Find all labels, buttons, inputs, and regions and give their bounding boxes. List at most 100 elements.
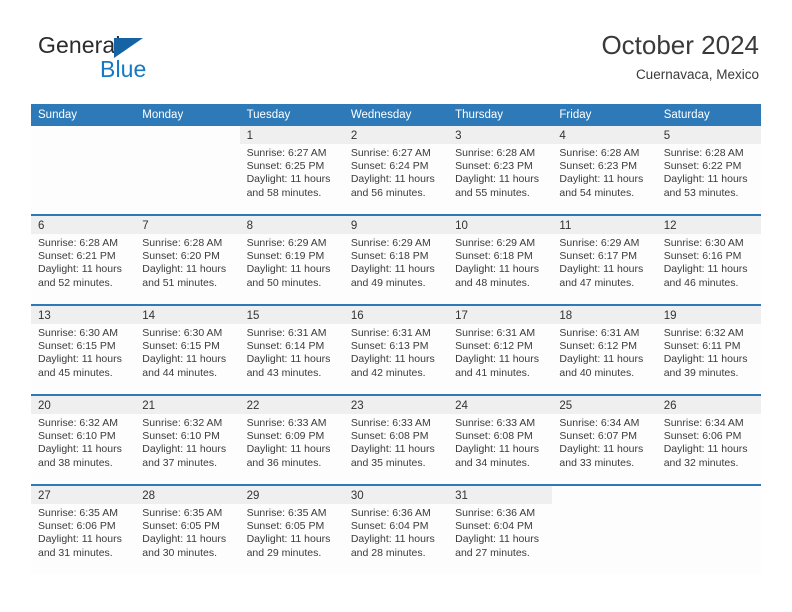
sunset-time: Sunset: 6:10 PM bbox=[142, 430, 220, 443]
calendar-day-cell[interactable]: 1 Sunrise: 6:27 AM Sunset: 6:25 PM Daylight… bbox=[239, 126, 344, 214]
day-number-band: 7 bbox=[135, 216, 240, 234]
day-number: 22 bbox=[246, 400, 260, 412]
calendar-day-cell[interactable]: 13 Sunrise: 6:30 AM Sunset: 6:15 PM Dayligh… bbox=[31, 306, 136, 394]
calendar-day-cell[interactable]: 8 Sunrise: 6:29 AM Sunset: 6:19 PM Daylight… bbox=[239, 216, 344, 304]
calendar-day-cell[interactable]: 3 Sunrise: 6:28 AM Sunset: 6:23 PM Daylight… bbox=[448, 126, 553, 214]
day-sun-info: Sunrise: 6:36 AM Sunset: 6:04 PM Daylight:… bbox=[448, 504, 552, 560]
calendar-day-cell[interactable]: 12 Sunrise: 6:30 AM Sunset: 6:16 PM Dayligh… bbox=[656, 216, 761, 304]
daylight-line-1: Daylight: 11 hours bbox=[350, 353, 435, 366]
calendar-day-cell[interactable]: 15 Sunrise: 6:31 AM Sunset: 6:14 PM Dayligh… bbox=[239, 306, 344, 394]
calendar-week-row: 1 Sunrise: 6:27 AM Sunset: 6:25 PM Daylight… bbox=[31, 126, 761, 214]
sunrise-time: Sunrise: 6:34 AM bbox=[559, 417, 640, 429]
sunset-time: Sunset: 6:08 PM bbox=[350, 430, 429, 443]
daylight-line-1: Daylight: 11 hours bbox=[38, 263, 122, 276]
daylight-line-2: and 58 minutes. bbox=[246, 186, 322, 199]
day-number: 3 bbox=[455, 130, 462, 142]
sunset-time: Sunset: 6:21 PM bbox=[38, 250, 116, 263]
daylight-line-1: Daylight: 11 hours bbox=[246, 173, 331, 186]
day-sun-info: Sunrise: 6:33 AM Sunset: 6:09 PM Daylight:… bbox=[240, 414, 344, 470]
calendar-day-cell[interactable]: 27 Sunrise: 6:35 AM Sunset: 6:06 PM Dayligh… bbox=[31, 486, 136, 574]
day-number-band: 19 bbox=[656, 306, 761, 324]
calendar-day-cell[interactable]: 5 Sunrise: 6:28 AM Sunset: 6:22 PM Daylight… bbox=[656, 126, 761, 214]
daylight-line-2: and 35 minutes. bbox=[350, 456, 426, 469]
calendar-day-cell[interactable]: 2 Sunrise: 6:27 AM Sunset: 6:24 PM Daylight… bbox=[343, 126, 449, 214]
daylight-line-2: and 32 minutes. bbox=[663, 456, 739, 469]
day-number-band: 26 bbox=[656, 396, 761, 414]
calendar-day-cell[interactable]: 11 Sunrise: 6:29 AM Sunset: 6:17 PM Dayligh… bbox=[552, 216, 657, 304]
daylight-line-2: and 36 minutes. bbox=[246, 456, 322, 469]
sunset-time: Sunset: 6:23 PM bbox=[559, 160, 638, 173]
day-sun-info: Sunrise: 6:32 AM Sunset: 6:11 PM Daylight:… bbox=[657, 324, 761, 380]
calendar-day-cell[interactable]: 9 Sunrise: 6:29 AM Sunset: 6:18 PM Daylight… bbox=[343, 216, 449, 304]
sunset-time: Sunset: 6:19 PM bbox=[246, 250, 325, 263]
day-number-band: 9 bbox=[343, 216, 449, 234]
sunrise-time: Sunrise: 6:28 AM bbox=[38, 237, 118, 249]
calendar-day-cell[interactable]: 31 Sunrise: 6:36 AM Sunset: 6:04 PM Dayligh… bbox=[448, 486, 553, 574]
day-number-band bbox=[135, 126, 239, 144]
sunset-time: Sunset: 6:06 PM bbox=[663, 430, 742, 443]
day-sun-info: Sunrise: 6:27 AM Sunset: 6:25 PM Daylight:… bbox=[240, 144, 344, 200]
day-sun-info: Sunrise: 6:35 AM Sunset: 6:06 PM Daylight:… bbox=[31, 504, 135, 560]
daylight-line-1: Daylight: 11 hours bbox=[559, 173, 644, 186]
day-sun-info: Sunrise: 6:30 AM Sunset: 6:15 PM Daylight:… bbox=[31, 324, 135, 380]
day-number: 7 bbox=[142, 220, 149, 232]
calendar-day-cell[interactable]: 17 Sunrise: 6:31 AM Sunset: 6:12 PM Dayligh… bbox=[448, 306, 553, 394]
day-sun-info: Sunrise: 6:31 AM Sunset: 6:12 PM Daylight:… bbox=[448, 324, 552, 380]
day-sun-info: Sunrise: 6:30 AM Sunset: 6:16 PM Daylight:… bbox=[657, 234, 761, 290]
calendar-day-cell[interactable]: 26 Sunrise: 6:34 AM Sunset: 6:06 PM Dayligh… bbox=[656, 396, 761, 484]
daylight-line-2: and 37 minutes. bbox=[142, 456, 217, 469]
daylight-line-2: and 39 minutes. bbox=[663, 366, 739, 379]
calendar-day-cell[interactable]: 30 Sunrise: 6:36 AM Sunset: 6:04 PM Dayligh… bbox=[343, 486, 449, 574]
daylight-line-1: Daylight: 11 hours bbox=[246, 263, 331, 276]
day-sun-info: Sunrise: 6:31 AM Sunset: 6:12 PM Daylight:… bbox=[552, 324, 656, 380]
day-number-band: 21 bbox=[135, 396, 240, 414]
calendar-day-cell[interactable]: 4 Sunrise: 6:28 AM Sunset: 6:23 PM Daylight… bbox=[552, 126, 657, 214]
sunrise-time: Sunrise: 6:35 AM bbox=[246, 507, 327, 519]
calendar-day-cell[interactable]: 20 Sunrise: 6:32 AM Sunset: 6:10 PM Dayligh… bbox=[31, 396, 136, 484]
calendar-day-cell[interactable]: 7 Sunrise: 6:28 AM Sunset: 6:20 PM Daylight… bbox=[135, 216, 240, 304]
day-number-band: 2 bbox=[343, 126, 449, 144]
daylight-line-1: Daylight: 11 hours bbox=[663, 173, 748, 186]
daylight-line-1: Daylight: 11 hours bbox=[455, 533, 539, 546]
sunset-time: Sunset: 6:22 PM bbox=[663, 160, 742, 173]
brand-name-general: General bbox=[38, 32, 121, 58]
calendar-day-cell[interactable]: 29 Sunrise: 6:35 AM Sunset: 6:05 PM Dayligh… bbox=[239, 486, 344, 574]
daylight-line-2: and 34 minutes. bbox=[455, 456, 530, 469]
day-number-band: 27 bbox=[31, 486, 136, 504]
calendar-day-cell[interactable]: 25 Sunrise: 6:34 AM Sunset: 6:07 PM Dayligh… bbox=[552, 396, 657, 484]
day-number-band bbox=[657, 486, 761, 504]
day-number-band bbox=[31, 126, 135, 144]
day-number: 10 bbox=[455, 220, 468, 232]
day-sun-info: Sunrise: 6:35 AM Sunset: 6:05 PM Daylight:… bbox=[240, 504, 344, 560]
calendar-day-cell[interactable]: 28 Sunrise: 6:35 AM Sunset: 6:05 PM Dayligh… bbox=[135, 486, 240, 574]
day-sun-info: Sunrise: 6:27 AM Sunset: 6:24 PM Daylight:… bbox=[344, 144, 448, 200]
calendar-day-cell[interactable]: 21 Sunrise: 6:32 AM Sunset: 6:10 PM Dayligh… bbox=[135, 396, 240, 484]
sunset-time: Sunset: 6:18 PM bbox=[350, 250, 429, 263]
calendar-day-cell[interactable]: 23 Sunrise: 6:33 AM Sunset: 6:08 PM Dayligh… bbox=[343, 396, 449, 484]
day-number-band: 29 bbox=[239, 486, 344, 504]
calendar-day-cell[interactable]: 22 Sunrise: 6:33 AM Sunset: 6:09 PM Dayligh… bbox=[239, 396, 344, 484]
calendar-day-cell[interactable]: 6 Sunrise: 6:28 AM Sunset: 6:21 PM Daylight… bbox=[31, 216, 136, 304]
sunrise-time: Sunrise: 6:36 AM bbox=[350, 507, 431, 519]
daylight-line-1: Daylight: 11 hours bbox=[142, 443, 227, 456]
calendar-day-cell[interactable]: 16 Sunrise: 6:31 AM Sunset: 6:13 PM Dayligh… bbox=[343, 306, 449, 394]
calendar-page: General Blue October 2024 Cuernavaca, Me… bbox=[0, 0, 792, 612]
calendar-day-cell[interactable]: 18 Sunrise: 6:31 AM Sunset: 6:12 PM Dayligh… bbox=[552, 306, 657, 394]
day-number-band: 30 bbox=[343, 486, 449, 504]
daylight-line-1: Daylight: 11 hours bbox=[455, 173, 539, 186]
daylight-line-1: Daylight: 11 hours bbox=[142, 263, 227, 276]
calendar-week-row: 20 Sunrise: 6:32 AM Sunset: 6:10 PM Dayligh… bbox=[31, 394, 761, 484]
daylight-line-1: Daylight: 11 hours bbox=[663, 443, 748, 456]
daylight-line-1: Daylight: 11 hours bbox=[663, 263, 748, 276]
daylight-line-1: Daylight: 11 hours bbox=[350, 533, 435, 546]
day-number-band: 6 bbox=[31, 216, 136, 234]
calendar-week-row: 13 Sunrise: 6:30 AM Sunset: 6:15 PM Dayligh… bbox=[31, 304, 761, 394]
calendar-day-cell[interactable]: 14 Sunrise: 6:30 AM Sunset: 6:15 PM Dayligh… bbox=[135, 306, 240, 394]
calendar-day-cell[interactable]: 19 Sunrise: 6:32 AM Sunset: 6:11 PM Dayligh… bbox=[656, 306, 761, 394]
calendar-day-cell[interactable]: 10 Sunrise: 6:29 AM Sunset: 6:18 PM Dayligh… bbox=[448, 216, 553, 304]
brand-logo[interactable]: General Blue bbox=[38, 32, 238, 94]
day-number: 17 bbox=[455, 310, 468, 322]
calendar-day-cell[interactable]: 24 Sunrise: 6:33 AM Sunset: 6:08 PM Dayligh… bbox=[448, 396, 553, 484]
daylight-line-2: and 40 minutes. bbox=[559, 366, 635, 379]
sunset-time: Sunset: 6:08 PM bbox=[455, 430, 533, 443]
